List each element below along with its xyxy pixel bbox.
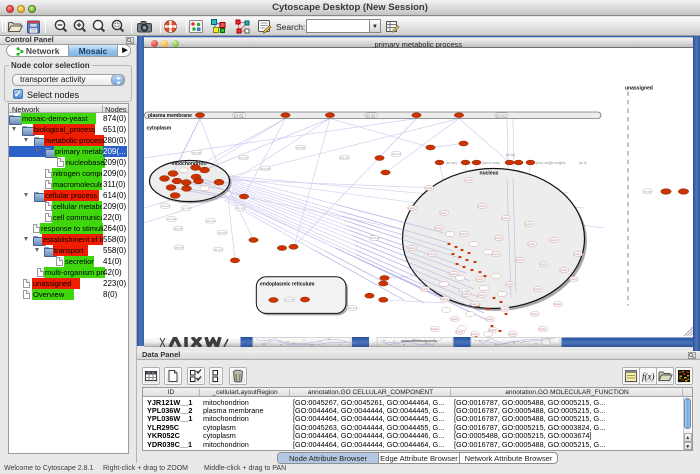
svg-text:cytoplasm: cytoplasm [146, 125, 171, 131]
svg-text:[xx xx]: [xx xx] [366, 113, 375, 117]
svg-text:nucleus: nucleus [479, 170, 498, 176]
svg-text:[xx xx]: [xx xx] [459, 288, 468, 292]
svg-text:[xxx]: [xxx] [431, 327, 437, 331]
svg-text:unassigned: unassigned [625, 85, 653, 91]
svg-text:f(x): f(x) [642, 372, 655, 382]
svg-text:[xx xx]: [xx xx] [161, 204, 170, 208]
svg-text:[xxx]: [xxx] [516, 258, 522, 262]
svg-text:[xxx]: [xxx] [408, 246, 414, 250]
svg-text:[xxx]: [xxx] [478, 204, 484, 208]
svg-text:[xxx]: [xxx] [450, 272, 456, 276]
svg-text:[xxx]: [xxx] [471, 302, 477, 306]
svg-text:[xx xx]: [xx xx] [285, 297, 294, 301]
svg-text:[xxx]: [xxx] [478, 293, 484, 297]
svg-text:[xxx]: [xxx] [456, 330, 462, 334]
svg-text:[xxx]: [xxx] [501, 307, 507, 311]
svg-text:endoplasmic reticulum: endoplasmic reticulum [260, 281, 315, 287]
svg-text:[xxxx xxx][xx xxx][xx]: [xxxx xxx][xx xxx][xx] [536, 161, 566, 165]
svg-text:[xx xx]: [xx xx] [175, 245, 184, 249]
svg-text:[xxx]: [xxx] [492, 252, 498, 256]
svg-text:[xxx]: [xxx] [534, 287, 540, 291]
svg-text:[xx xx]: [xx xx] [182, 206, 191, 210]
svg-text:[xx xx]: [xx xx] [296, 145, 305, 149]
svg-text:[xxx]: [xxx] [574, 252, 580, 256]
svg-text:[xx x]: [xx x] [579, 161, 587, 165]
svg-text:[xxx]: [xxx] [408, 206, 414, 210]
svg-text:[xx xx]: [xx xx] [392, 152, 401, 156]
svg-text:[xxx]: [xxx] [495, 236, 501, 240]
svg-text:[xxx]: [xxx] [554, 302, 560, 306]
svg-text:[xxx]: [xxx] [428, 252, 434, 256]
svg-text:[xxx]: [xxx] [460, 232, 466, 236]
svg-text:[xx xx]: [xx xx] [206, 219, 215, 223]
svg-text:[xxx]: [xxx] [506, 282, 512, 286]
svg-text:[xxx]: [xxx] [425, 186, 431, 190]
svg-text:[xx xx]: [xx xx] [214, 247, 223, 251]
svg-text:[xx xx]: [xx xx] [218, 230, 227, 234]
svg-text:[xxx]: [xxx] [435, 226, 441, 230]
svg-text:[xxx]: [xxx] [528, 242, 534, 246]
svg-text:[xx xxx]: [xx xxx] [446, 161, 457, 165]
svg-text:[xx xx]: [xx xx] [236, 206, 245, 210]
svg-text:[xx xx]: [xx xx] [234, 113, 243, 117]
svg-text:[xxx]: [xxx] [509, 332, 515, 336]
svg-text:[xx xx]: [xx xx] [370, 236, 379, 240]
svg-text:[xx xx]: [xx xx] [496, 113, 505, 117]
svg-text:[xxx xx xxxx]: [xxx xx xxxx] [482, 161, 500, 165]
svg-text:[xx xx]: [xx xx] [348, 306, 357, 310]
svg-text:[xx xx]: [xx xx] [239, 155, 248, 159]
svg-text:[xxx]: [xxx] [525, 222, 531, 226]
svg-text:[xxx]: [xxx] [560, 268, 566, 272]
svg-text:[xxx]: [xxx] [440, 211, 446, 215]
svg-text:[xx xx]: [xx xx] [506, 153, 515, 157]
svg-text:[xx xx]: [xx xx] [340, 155, 349, 159]
svg-text:[xxx]: [xxx] [570, 277, 576, 281]
svg-text:[xxx]: [xxx] [540, 262, 546, 266]
svg-text:[xx xx]: [xx xx] [192, 150, 201, 154]
svg-text:[xxx]: [xxx] [550, 238, 556, 242]
svg-text:[xx xx]: [xx xx] [173, 226, 182, 230]
svg-text:[xxx]: [xxx] [502, 216, 508, 220]
svg-text:[xxx]: [xxx] [465, 178, 471, 182]
svg-text:[xxx]: [xxx] [451, 317, 457, 321]
svg-text:[xxx]: [xxx] [531, 312, 537, 316]
svg-text:[xx xx]: [xx xx] [261, 166, 270, 170]
svg-text:[xxx]: [xxx] [476, 277, 482, 281]
svg-text:[xx xx]: [xx xx] [643, 189, 652, 193]
svg-text:[xxx]: [xxx] [486, 317, 492, 321]
svg-text:[xxx]: [xxx] [441, 297, 447, 301]
svg-text:plasma membrane: plasma membrane [148, 113, 192, 119]
svg-text:[xxx]: [xxx] [421, 287, 427, 291]
svg-text:[xx xx]: [xx xx] [167, 217, 176, 221]
svg-text:[xxx]: [xxx] [471, 332, 477, 336]
svg-text:[xxx]: [xxx] [539, 327, 545, 331]
